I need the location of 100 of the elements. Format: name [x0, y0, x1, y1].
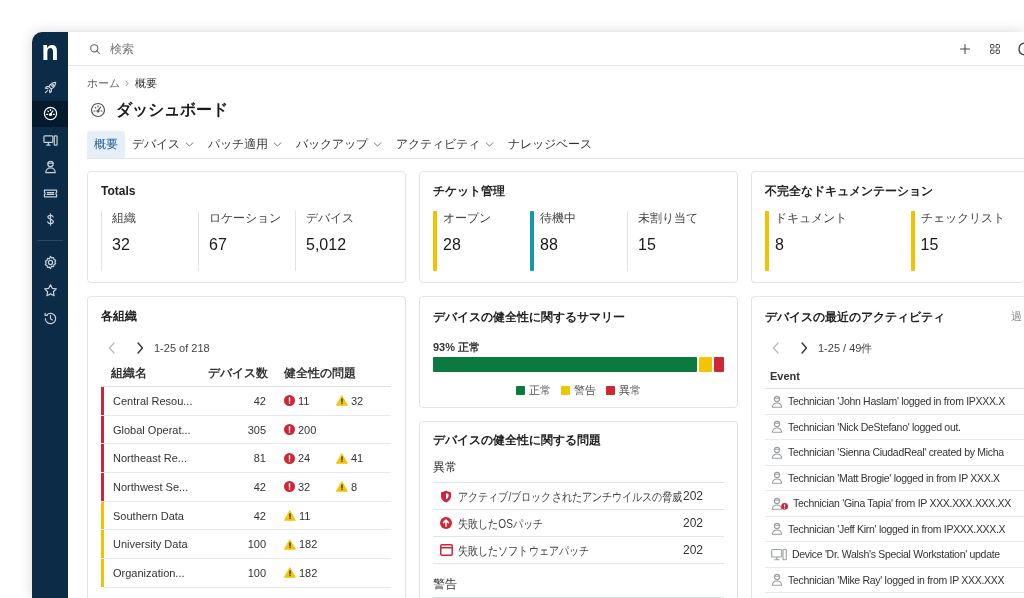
stat-label: オープン	[443, 211, 491, 225]
tab[interactable]: 概要	[87, 131, 125, 158]
grid-icon[interactable]	[989, 42, 1001, 55]
chevron-right-icon[interactable]	[136, 342, 144, 354]
error-icon	[284, 452, 295, 464]
computer-icon	[42, 132, 58, 148]
tab[interactable]: アクティビティ	[389, 131, 501, 158]
stat-value: 67	[209, 235, 228, 255]
issue-count: 11	[298, 394, 310, 407]
card-title: 不完全なドキュメンテーション	[765, 184, 934, 198]
organization-name[interactable]: Organization...	[104, 566, 208, 579]
warning-icon	[336, 395, 348, 407]
event-text: Technician 'Matt Brogie' logged in from IP XXX.X	[788, 471, 1000, 484]
card-title: デバイスの健全性に関する問題	[433, 432, 602, 448]
page-title: ダッシュボード	[116, 100, 228, 120]
organization-name[interactable]: Central Resou...	[104, 394, 208, 407]
issue-label[interactable]: 失敗したOSパッチ	[458, 515, 544, 533]
stat-label: 未割り当て	[638, 211, 698, 225]
logo: n	[40, 34, 60, 68]
person-icon	[771, 420, 783, 434]
issue-count: 202	[682, 489, 704, 503]
stat-label: ロケーション	[209, 211, 281, 225]
event-text: Technician 'John Haslam' logged in from IPXXX.X	[788, 395, 1005, 408]
stat-label: チェックリスト	[920, 211, 1005, 225]
error-icon	[284, 395, 295, 407]
person-icon	[42, 159, 58, 175]
search-field[interactable]: 検索	[110, 42, 310, 55]
organization-name[interactable]: Northwest Se...	[104, 480, 208, 493]
issue-count: 11	[299, 509, 311, 522]
card-title: 各組織	[101, 309, 138, 323]
device-count: 42	[252, 509, 266, 522]
card-title: チケット管理	[433, 184, 506, 198]
issue-count: 41	[351, 452, 364, 465]
warning-icon	[336, 481, 348, 493]
chevron-right-icon	[125, 79, 129, 87]
event-text: Technician 'Mike Ray' logged in from IP XXX.XXX	[788, 573, 1005, 586]
stat-value: 15	[920, 235, 940, 255]
star-icon	[42, 282, 58, 298]
device-count: 42	[252, 394, 266, 407]
person-alert-icon	[771, 496, 788, 510]
column-header: 組織名	[111, 365, 148, 381]
card-title: デバイスの健全性に関するサマリー	[433, 309, 626, 325]
window-icon	[440, 544, 453, 556]
stat-label: 待機中	[540, 211, 576, 225]
warning-icon	[284, 538, 296, 550]
tab[interactable]: パッチ適用	[201, 131, 289, 158]
organization-name[interactable]: Global Operat...	[104, 423, 208, 436]
tab[interactable]: デバイス	[125, 131, 201, 158]
organization-name[interactable]: University Data	[104, 538, 208, 551]
event-text: Device 'Dr. Walsh's Special Workstation' update	[792, 548, 1000, 561]
plus-icon[interactable]	[959, 42, 971, 55]
issue-count: 202	[682, 543, 704, 557]
issue-count: 32	[298, 480, 311, 493]
shield-icon	[440, 489, 452, 503]
card-title: Totals	[101, 184, 137, 198]
stat-label: 組織	[112, 211, 136, 225]
organization-name[interactable]: Northeast Re...	[104, 452, 208, 465]
stat-value: 8	[775, 235, 785, 255]
stat-value: 32	[112, 235, 131, 255]
issue-count: 182	[299, 566, 318, 579]
event-text: Technician 'Gina Tapia' from IP XXX.XXX.XXX.XX	[793, 497, 1012, 510]
tab[interactable]: バックアップ	[289, 131, 389, 158]
section-heading: 異常	[433, 460, 724, 483]
person-icon	[771, 394, 783, 408]
issue-label[interactable]: アクティブ/ブロックされたアンチウイルスの脅威	[458, 488, 683, 506]
event-text: Technician 'Nick DeStefano' logged out.	[788, 420, 961, 433]
column-header: Event	[770, 370, 800, 382]
person-icon	[771, 573, 783, 587]
device-count: 100	[246, 566, 266, 579]
stat-value: 5,012	[306, 235, 348, 255]
event-text: Technician 'Sienna CiudadReal' created by Micha	[788, 446, 1004, 459]
chevron-right-icon[interactable]	[800, 342, 808, 354]
gauge-icon	[90, 102, 106, 118]
health-percentage: 93% 正常	[433, 340, 482, 354]
error-icon	[284, 481, 295, 493]
organization-name[interactable]: Southern Data	[104, 509, 208, 522]
gauge-icon	[42, 106, 58, 122]
breadcrumb-link[interactable]: ホーム	[87, 75, 120, 91]
warning-icon	[336, 452, 348, 464]
stat-label: ドキュメント	[775, 211, 847, 225]
stat-value: 28	[443, 235, 462, 255]
warning-icon	[284, 510, 296, 522]
legend-label: 正常	[529, 382, 551, 398]
section-heading: 警告	[433, 577, 724, 598]
device-count: 81	[252, 452, 266, 465]
issue-label[interactable]: 失敗したソフトウェアパッチ	[458, 542, 590, 560]
warning-icon	[284, 567, 296, 579]
issue-count: 8	[351, 480, 358, 493]
event-text: Technician 'Jeff Kirn' logged in from IPXXX.XXX.X	[788, 522, 1006, 535]
legend-label: 警告	[574, 382, 596, 398]
arrow-up-circle-icon	[440, 517, 452, 529]
stat-label: デバイス	[306, 211, 354, 225]
stat-value: 88	[540, 235, 559, 255]
tab[interactable]: ナレッジベース	[501, 131, 599, 158]
issue-count: 24	[298, 452, 311, 465]
sidebar-item[interactable]	[32, 100, 68, 127]
settings-icon	[42, 254, 58, 270]
column-header: デバイス数	[208, 365, 266, 381]
period-label[interactable]: 過	[1011, 310, 1024, 324]
legend-label: 異常	[619, 382, 641, 398]
